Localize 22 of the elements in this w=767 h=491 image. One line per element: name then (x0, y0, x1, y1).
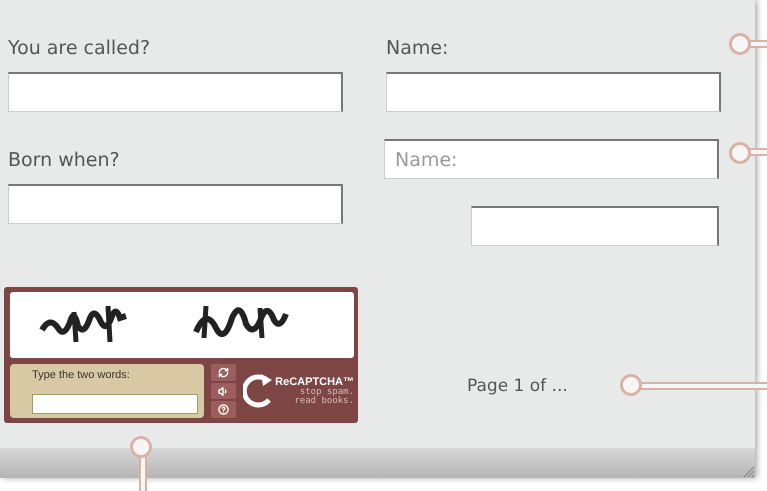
resize-grip-icon (741, 464, 755, 478)
input-field[interactable] (8, 72, 343, 112)
refresh-button[interactable] (211, 364, 236, 381)
refresh-icon (218, 366, 230, 378)
help-button[interactable] (211, 401, 236, 418)
input-field[interactable] (471, 206, 719, 246)
input-field[interactable] (386, 72, 721, 112)
circular-arrow-icon (243, 374, 274, 408)
field-label: Born when? (8, 148, 121, 172)
captcha-tagline: stop spam. (300, 388, 354, 397)
field-label: You are called? (8, 36, 152, 60)
captcha-tagline: read books. (294, 397, 354, 406)
help-icon (218, 404, 230, 416)
input-field[interactable]: Name: (384, 139, 719, 179)
speaker-icon (218, 386, 230, 396)
field-label: Name: (386, 36, 450, 60)
captcha-logo: ReCAPTCHA™ (275, 376, 354, 388)
audio-button[interactable] (211, 382, 236, 400)
captcha-prompt: Type the two words: (32, 369, 131, 381)
page-indicator: Page 1 of ... (467, 375, 568, 398)
input-field[interactable] (8, 184, 343, 224)
answer-field[interactable] (32, 394, 198, 414)
